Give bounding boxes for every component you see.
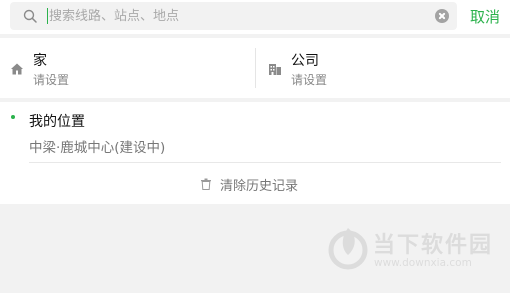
- shortcut-home-subtitle: 请设置: [33, 73, 70, 87]
- search-input[interactable]: [49, 6, 429, 26]
- shortcut-home-title: 家: [33, 53, 47, 69]
- history-divider: [29, 162, 501, 163]
- building-icon: [269, 64, 281, 75]
- watermark-url: www.downxia.com: [374, 257, 472, 269]
- shortcut-home[interactable]: 家 请设置: [0, 38, 255, 98]
- clear-input-icon[interactable]: [435, 9, 449, 23]
- watermark: 当下软件园 www.downxia.com: [327, 225, 497, 275]
- history-item-title: 我的位置: [29, 114, 85, 130]
- shortcut-company[interactable]: 公司 请设置: [256, 38, 510, 98]
- home-icon: [11, 63, 23, 75]
- shortcut-company-title: 公司: [291, 53, 319, 69]
- watermark-title: 当下软件园: [373, 233, 494, 258]
- top-bar: 取消: [0, 0, 510, 34]
- search-icon: [23, 9, 37, 23]
- search-box[interactable]: [10, 2, 457, 30]
- text-cursor: [47, 8, 48, 24]
- cancel-button[interactable]: 取消: [470, 6, 500, 27]
- history-dot-icon: [11, 115, 15, 119]
- trash-icon: [201, 178, 211, 190]
- watermark-logo-icon: [328, 228, 368, 270]
- history-panel: 我的位置 中梁·鹿城中心(建设中) 清除历史记录: [0, 102, 510, 204]
- shortcut-panel: 家 请设置 公司 请设置: [0, 38, 510, 98]
- clear-history-label: 清除历史记录: [220, 179, 299, 194]
- shortcut-company-subtitle: 请设置: [291, 73, 328, 87]
- history-item-subtitle: 中梁·鹿城中心(建设中): [29, 140, 166, 156]
